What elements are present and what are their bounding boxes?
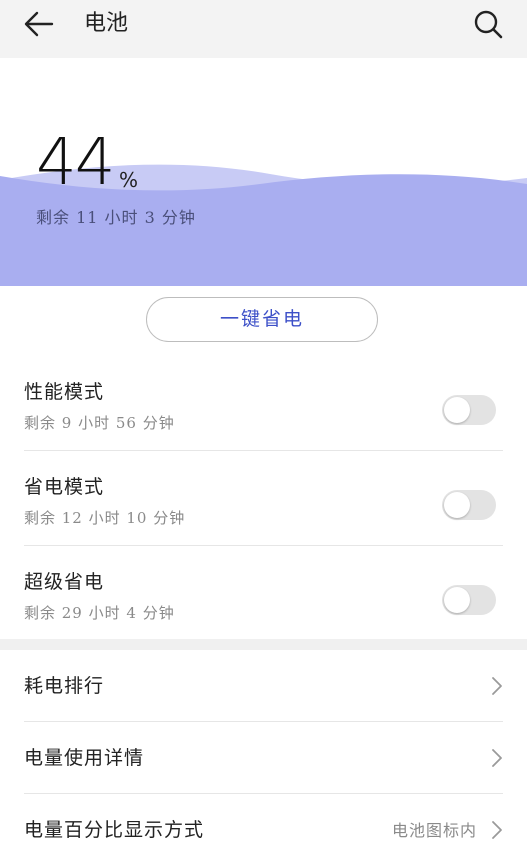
search-icon (474, 10, 503, 39)
one-key-power-save-button[interactable]: 一键省电 (146, 297, 378, 342)
section-separator (0, 639, 527, 650)
power-usage-details-item[interactable]: 电量使用详情 (0, 722, 527, 793)
mode-remaining: 剩余 12 小时 10 分钟 (24, 509, 186, 527)
mode-row-performance: 性能模式 剩余 9 小时 56 分钟 (0, 356, 527, 451)
nav-item-label: 电量使用详情 (24, 747, 145, 769)
toggle-knob (444, 587, 470, 613)
mode-remaining: 剩余 9 小时 56 分钟 (24, 414, 175, 432)
search-button[interactable] (473, 9, 505, 41)
mode-title: 超级省电 (24, 571, 105, 593)
toggle-knob (444, 492, 470, 518)
mode-title: 性能模式 (24, 381, 105, 403)
nav-item-value: 电池图标内 (391, 821, 477, 840)
performance-mode-toggle[interactable] (442, 395, 496, 425)
mode-row-power-save: 省电模式 剩余 12 小时 10 分钟 (0, 451, 527, 546)
chevron-right-icon (492, 677, 502, 695)
power-consumption-ranking-item[interactable]: 耗电排行 (0, 650, 527, 721)
nav-item-label: 耗电排行 (24, 675, 105, 697)
battery-percentage: 44 (36, 126, 115, 200)
top-app-bar: 电池 (0, 0, 527, 58)
ultra-power-save-toggle[interactable] (442, 585, 496, 615)
page-title: 电池 (84, 11, 129, 36)
battery-level-panel: 44 % 剩余 11 小时 3 分钟 (0, 58, 527, 286)
percent-sign: % (119, 168, 139, 192)
back-button[interactable] (20, 10, 60, 40)
chevron-right-icon (492, 821, 502, 839)
remaining-time: 剩余 11 小时 3 分钟 (36, 208, 196, 227)
chevron-right-icon (492, 749, 502, 767)
mode-title: 省电模式 (24, 476, 105, 498)
nav-item-label: 电量百分比显示方式 (24, 819, 205, 841)
mode-remaining: 剩余 29 小时 4 分钟 (24, 604, 175, 622)
battery-percentage-display-item[interactable]: 电量百分比显示方式 电池图标内 (0, 794, 527, 865)
mode-row-ultra-save: 超级省电 剩余 29 小时 4 分钟 (0, 546, 527, 641)
arrow-left-icon (24, 11, 54, 37)
toggle-knob (444, 397, 470, 423)
power-save-mode-toggle[interactable] (442, 490, 496, 520)
